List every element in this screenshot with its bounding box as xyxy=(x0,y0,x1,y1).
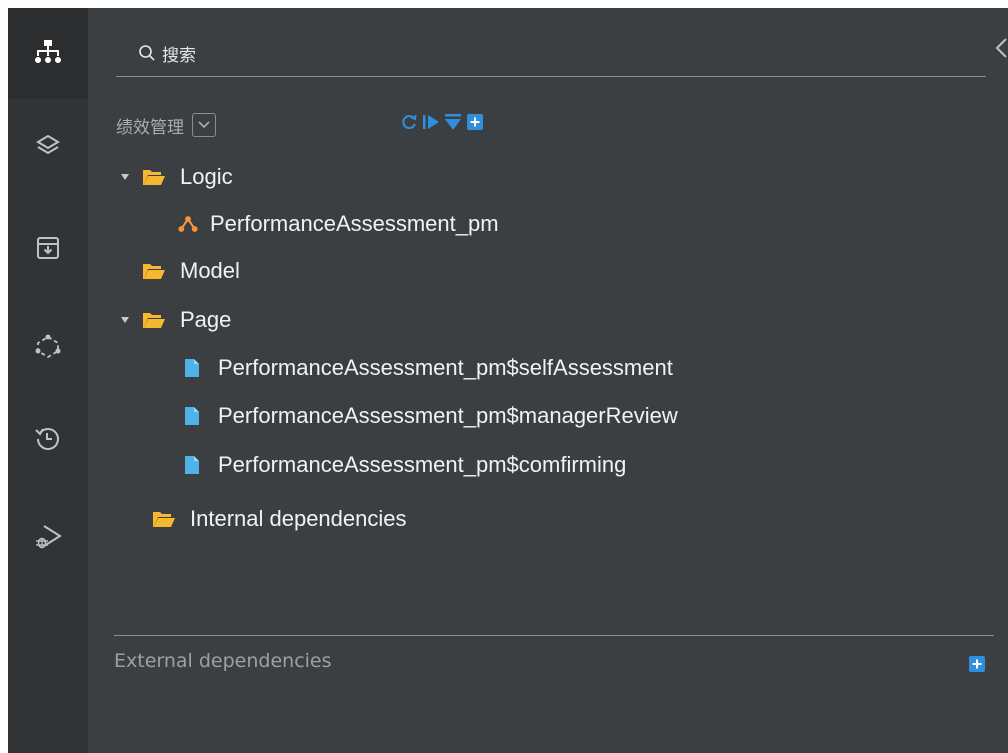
folder-open-icon xyxy=(153,512,175,527)
folder-open-icon xyxy=(143,170,165,185)
divider xyxy=(114,635,994,636)
collapse-all-icon[interactable] xyxy=(444,113,462,131)
caret-down-icon[interactable] xyxy=(120,172,130,182)
tree-label: PerformanceAssessment_pm$comfirming xyxy=(218,452,627,477)
network-icon[interactable] xyxy=(28,326,68,366)
tree-item-page-file[interactable]: PerformanceAssessment_pm$comfirming xyxy=(184,448,626,482)
tree-item-page-file[interactable]: PerformanceAssessment_pm$selfAssessment xyxy=(184,351,673,385)
sitemap-icon[interactable] xyxy=(28,32,68,72)
tree-label: Logic xyxy=(180,164,233,189)
refresh-icon[interactable] xyxy=(400,113,418,131)
debug-icon[interactable] xyxy=(28,516,68,556)
tree-folder-logic[interactable]: Logic xyxy=(120,160,233,194)
logic-node-icon xyxy=(178,216,198,232)
project-name: 绩效管理 xyxy=(116,117,184,138)
activity-bar xyxy=(8,8,88,753)
tree-folder-model[interactable]: Model xyxy=(142,254,240,288)
tree-folder-page[interactable]: Page xyxy=(120,303,231,337)
chevron-down-icon xyxy=(198,121,210,129)
tree-item-page-file[interactable]: PerformanceAssessment_pm$managerReview xyxy=(184,399,678,433)
tree-folder-internal-dependencies[interactable]: Internal dependencies xyxy=(152,502,407,536)
expand-icon[interactable] xyxy=(422,113,440,131)
folder-open-icon xyxy=(143,264,165,279)
tree-label: Model xyxy=(180,258,240,283)
folder-open-icon xyxy=(143,313,165,328)
project-dropdown-button[interactable] xyxy=(192,113,216,137)
tree-item-logic-file[interactable]: PerformanceAssessment_pm xyxy=(178,207,499,241)
search-bar[interactable]: 搜索 xyxy=(116,30,986,77)
file-icon xyxy=(185,359,199,377)
add-external-dependency-icon[interactable] xyxy=(968,655,986,673)
explorer-panel: 搜索 绩效管理 Logic PerformanceAssessment_pm M… xyxy=(88,8,1008,753)
history-icon[interactable] xyxy=(28,418,68,458)
tree-label: PerformanceAssessment_pm$selfAssessment xyxy=(218,355,673,380)
add-icon[interactable] xyxy=(466,113,484,131)
tree-label: Internal dependencies xyxy=(190,506,407,531)
external-dependencies-label: External dependencies xyxy=(114,650,332,672)
tree-label: PerformanceAssessment_pm xyxy=(210,211,499,236)
collapse-panel-icon[interactable] xyxy=(994,36,1008,60)
search-input[interactable]: 搜索 xyxy=(162,41,196,66)
tree-label: Page xyxy=(180,307,232,332)
file-icon xyxy=(185,407,199,425)
search-icon xyxy=(139,45,155,61)
layers-icon[interactable] xyxy=(28,126,68,166)
tree-toolbar xyxy=(400,111,488,133)
project-header: 绩效管理 xyxy=(116,110,216,140)
explorer-window: 搜索 绩效管理 Logic PerformanceAssessment_pm M… xyxy=(8,8,1008,753)
tree-label: PerformanceAssessment_pm$managerReview xyxy=(218,403,678,428)
file-icon xyxy=(185,456,199,474)
archive-download-icon[interactable] xyxy=(28,228,68,268)
caret-down-icon[interactable] xyxy=(120,315,130,325)
